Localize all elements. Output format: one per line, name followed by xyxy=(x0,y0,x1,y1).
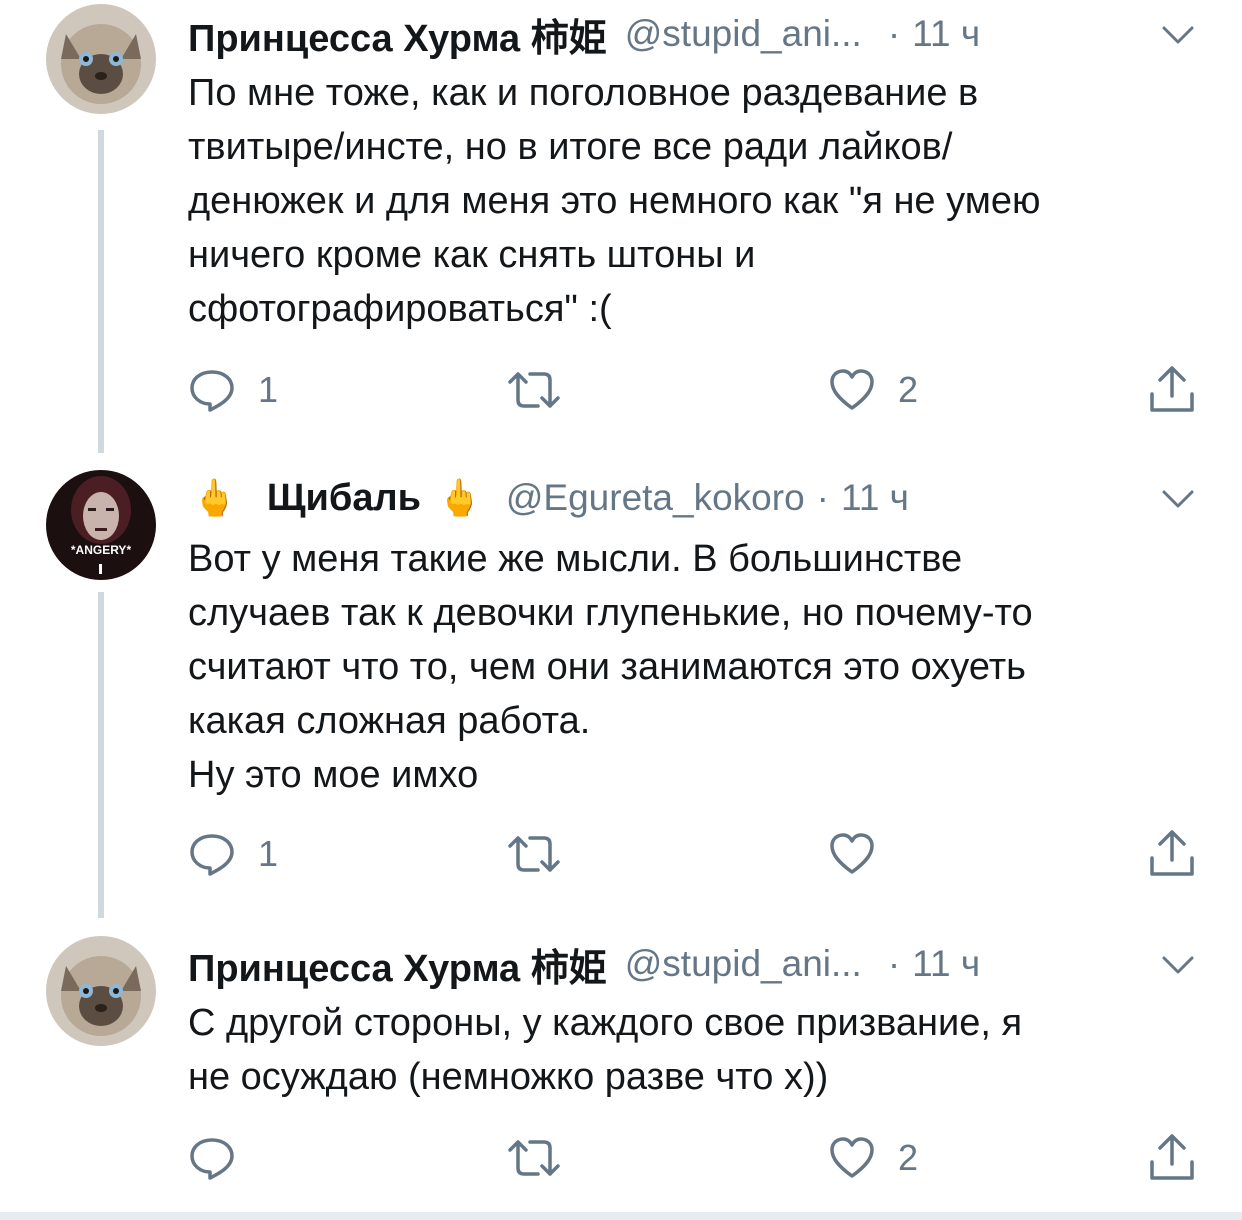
like-button[interactable]: 2 xyxy=(828,360,918,420)
display-name[interactable]: Принцесса Хурма 柿姫 xyxy=(188,937,607,992)
like-button[interactable]: 2 xyxy=(828,1128,918,1188)
tweet-text: Вот у меня такие же мысли. В большинстве… xyxy=(188,538,1033,796)
reply-button[interactable]: 1 xyxy=(188,360,278,420)
retweet-icon xyxy=(508,1140,560,1176)
thread-connector xyxy=(98,130,104,453)
tweet-header: 🖕 Щибаль 🖕 @Egureta_kokoro · 11 ч xyxy=(188,468,909,528)
retweet-button[interactable] xyxy=(506,824,584,884)
retweet-button[interactable] xyxy=(506,1128,584,1188)
reply-icon xyxy=(190,370,234,412)
chevron-down-icon[interactable] xyxy=(1158,950,1198,980)
share-button[interactable] xyxy=(1148,824,1196,884)
retweet-icon xyxy=(508,836,560,872)
tweet-thread: Принцесса Хурма 柿姫 @stupid_ani... · 11 ч… xyxy=(0,0,1242,1220)
tweet-actions: 2 xyxy=(188,1128,1208,1188)
reply-count: 1 xyxy=(258,833,279,874)
separator-dot: · xyxy=(887,13,901,54)
share-button[interactable] xyxy=(1148,1128,1196,1188)
chevron-down-icon[interactable] xyxy=(1158,20,1198,50)
like-icon xyxy=(830,1137,874,1178)
thread-connector xyxy=(98,592,104,918)
timestamp[interactable]: 11 ч xyxy=(912,13,980,55)
like-button[interactable] xyxy=(828,824,898,884)
avatar-cat[interactable] xyxy=(46,4,156,114)
timestamp[interactable]: 11 ч xyxy=(912,943,980,985)
middle-finger-emoji: 🖕 xyxy=(437,477,482,518)
avatar-cat[interactable] xyxy=(46,936,156,1046)
like-count: 2 xyxy=(898,369,919,410)
avatar-caption: *ANGERY* xyxy=(71,543,132,557)
reply-button[interactable]: 1 xyxy=(188,824,278,884)
share-icon xyxy=(1150,830,1194,876)
middle-finger-emoji: 🖕 xyxy=(192,477,237,518)
share-icon xyxy=(1150,366,1194,412)
bottom-divider xyxy=(0,1212,1242,1220)
retweet-icon xyxy=(508,372,560,408)
separator-dot: · xyxy=(887,943,901,984)
tweet-actions: 1 xyxy=(188,824,1208,884)
user-handle[interactable]: @stupid_ani... xyxy=(625,943,862,985)
user-handle[interactable]: @Egureta_kokoro xyxy=(506,477,805,519)
separator-dot: · xyxy=(816,477,829,518)
display-name[interactable]: Щибаль xyxy=(267,477,421,520)
tweet-header: Принцесса Хурма 柿姫 @stupid_ani... · 11 ч xyxy=(188,4,980,64)
retweet-button[interactable] xyxy=(506,360,584,420)
timestamp[interactable]: 11 ч xyxy=(841,477,909,519)
like-icon xyxy=(830,369,874,410)
share-icon xyxy=(1150,1134,1194,1180)
reply-button[interactable] xyxy=(188,1128,258,1188)
like-count: 2 xyxy=(898,1137,919,1178)
tweet-actions: 1 2 xyxy=(188,360,1208,420)
reply-icon xyxy=(190,834,234,876)
reply-icon xyxy=(190,1138,234,1180)
tweet-header: Принцесса Хурма 柿姫 @stupid_ani... · 11 ч xyxy=(188,934,980,994)
avatar-angery[interactable]: *ANGERY* xyxy=(46,470,156,580)
reply-count: 1 xyxy=(258,369,279,410)
user-handle[interactable]: @stupid_ani... xyxy=(625,13,862,55)
tweet-text: По мне тоже, как и поголовное раздевание… xyxy=(188,72,1041,330)
chevron-down-icon[interactable] xyxy=(1158,484,1198,514)
share-button[interactable] xyxy=(1148,360,1196,420)
display-name[interactable]: Принцесса Хурма 柿姫 xyxy=(188,7,607,62)
tweet-text: С другой стороны, у каждого свое призван… xyxy=(188,1002,1023,1098)
like-icon xyxy=(830,833,874,874)
